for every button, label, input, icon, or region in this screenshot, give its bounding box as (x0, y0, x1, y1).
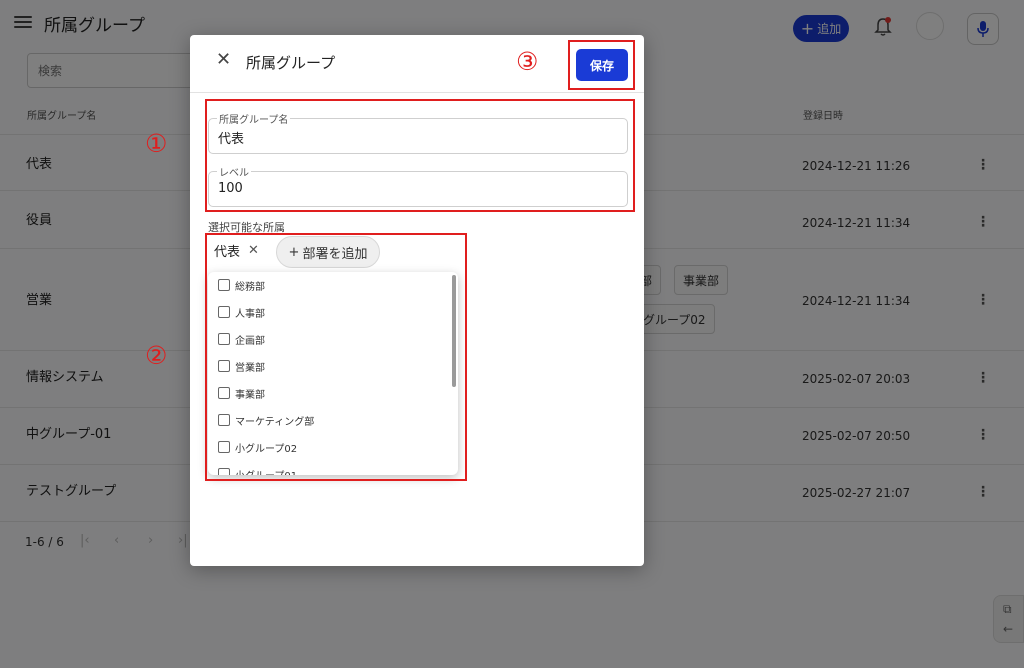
annotation-box-1 (205, 99, 635, 212)
annotation-box-2 (205, 233, 467, 481)
close-icon[interactable]: ✕ (216, 51, 231, 69)
annotation-box-3 (568, 40, 635, 90)
annotation-number-1: ① (145, 129, 168, 158)
dialog-title: 所属グループ (246, 54, 336, 72)
annotation-number-2: ② (145, 341, 168, 370)
annotation-number-3: ③ (516, 47, 539, 76)
